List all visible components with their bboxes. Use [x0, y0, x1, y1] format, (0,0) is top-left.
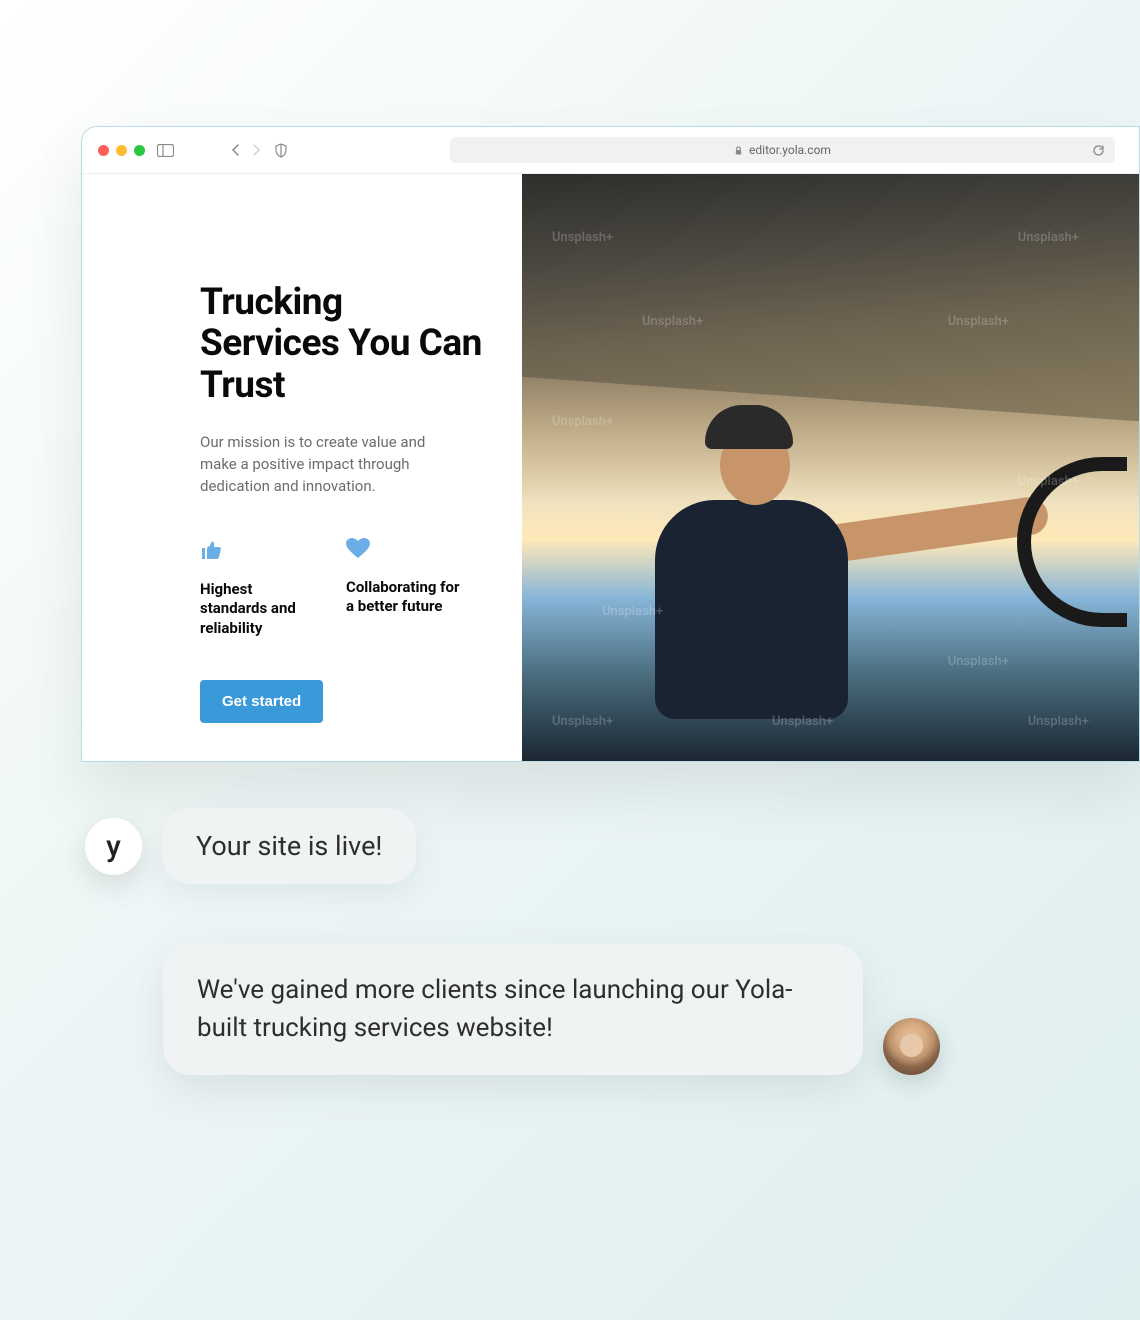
window-controls [98, 145, 145, 156]
sidebar-toggle-icon[interactable] [157, 144, 174, 157]
feature-label: Collaborating for a better future [346, 578, 466, 617]
heart-icon [346, 538, 466, 562]
watermark: Unsplash+ [1028, 714, 1089, 729]
feature-item: Collaborating for a better future [346, 538, 466, 639]
back-icon[interactable] [230, 143, 242, 157]
feature-item: Highest standards and reliability [200, 538, 320, 639]
privacy-shield-icon[interactable] [274, 143, 288, 158]
chat-bubble-system: Your site is live! [162, 808, 416, 884]
forward-icon[interactable] [250, 143, 262, 157]
thumbs-up-icon [200, 538, 320, 564]
url-text: editor.yola.com [749, 143, 831, 157]
get-started-button[interactable]: Get started [200, 680, 323, 723]
browser-mockup: editor.yola.com Trucking Services You Ca… [81, 126, 1140, 762]
feature-label: Highest standards and reliability [200, 580, 320, 639]
page-subtitle: Our mission is to create value and make … [200, 432, 460, 497]
watermark: Unsplash+ [772, 714, 833, 729]
watermark: Unsplash+ [1018, 230, 1079, 245]
hero-copy: Trucking Services You Can Trust Our miss… [82, 174, 522, 762]
brand-avatar-letter: y [106, 829, 121, 864]
watermark: Unsplash+ [948, 314, 1009, 329]
site-preview: Trucking Services You Can Trust Our miss… [82, 174, 1139, 762]
chat-area: y Your site is live! We've gained more c… [85, 808, 1045, 1075]
watermark: Unsplash+ [552, 230, 613, 245]
watermark: Unsplash+ [552, 414, 613, 429]
watermark: Unsplash+ [642, 314, 703, 329]
lock-icon [734, 146, 743, 155]
refresh-icon[interactable] [1092, 144, 1105, 157]
browser-chrome: editor.yola.com [82, 127, 1139, 174]
brand-avatar: y [85, 818, 142, 875]
chat-bubble-user: We've gained more clients since launchin… [163, 944, 863, 1075]
watermark: Unsplash+ [948, 654, 1009, 669]
watermark: Unsplash+ [602, 604, 663, 619]
watermark: Unsplash+ [1018, 474, 1079, 489]
maximize-window-icon[interactable] [134, 145, 145, 156]
close-window-icon[interactable] [98, 145, 109, 156]
minimize-window-icon[interactable] [116, 145, 127, 156]
user-avatar [883, 1018, 940, 1075]
url-bar[interactable]: editor.yola.com [450, 137, 1115, 163]
watermark: Unsplash+ [552, 714, 613, 729]
page-title: Trucking Services You Can Trust [200, 282, 482, 406]
hero-image: Unsplash+ Unsplash+ Unsplash+ Unsplash+ … [522, 174, 1139, 762]
